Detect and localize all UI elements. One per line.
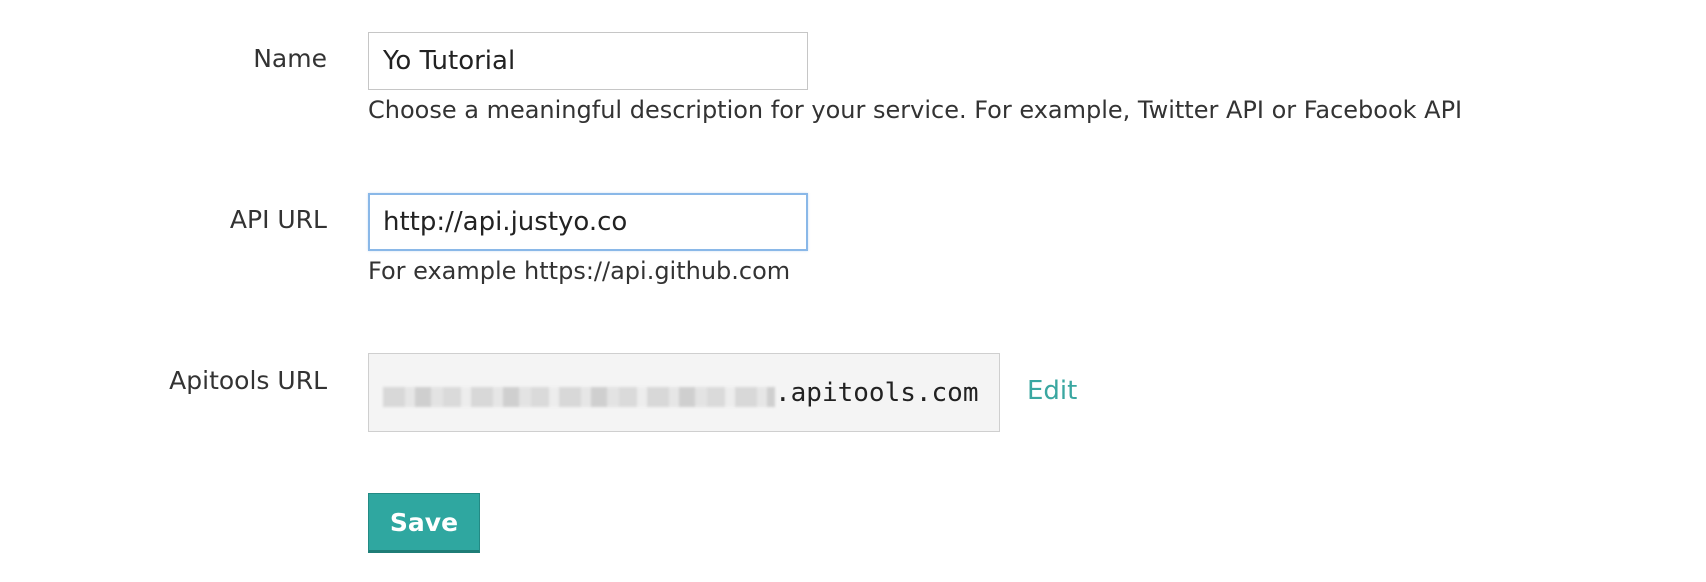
api-url-input[interactable] [368,193,808,251]
name-label: Name [253,44,327,73]
api-url-help-text: For example https://api.github.com [368,257,791,285]
redacted-subdomain [383,386,775,407]
edit-apitools-url-link[interactable]: Edit [1027,376,1077,406]
name-help-text: Choose a meaningful description for your… [368,96,1463,124]
api-url-label: API URL [229,205,327,234]
save-button[interactable]: Save [368,493,480,553]
apitools-url-field: .apitools.com [368,353,1000,432]
name-input[interactable] [368,32,808,90]
apitools-domain-suffix: .apitools.com [775,377,979,408]
apitools-url-label: Apitools URL [169,366,327,395]
